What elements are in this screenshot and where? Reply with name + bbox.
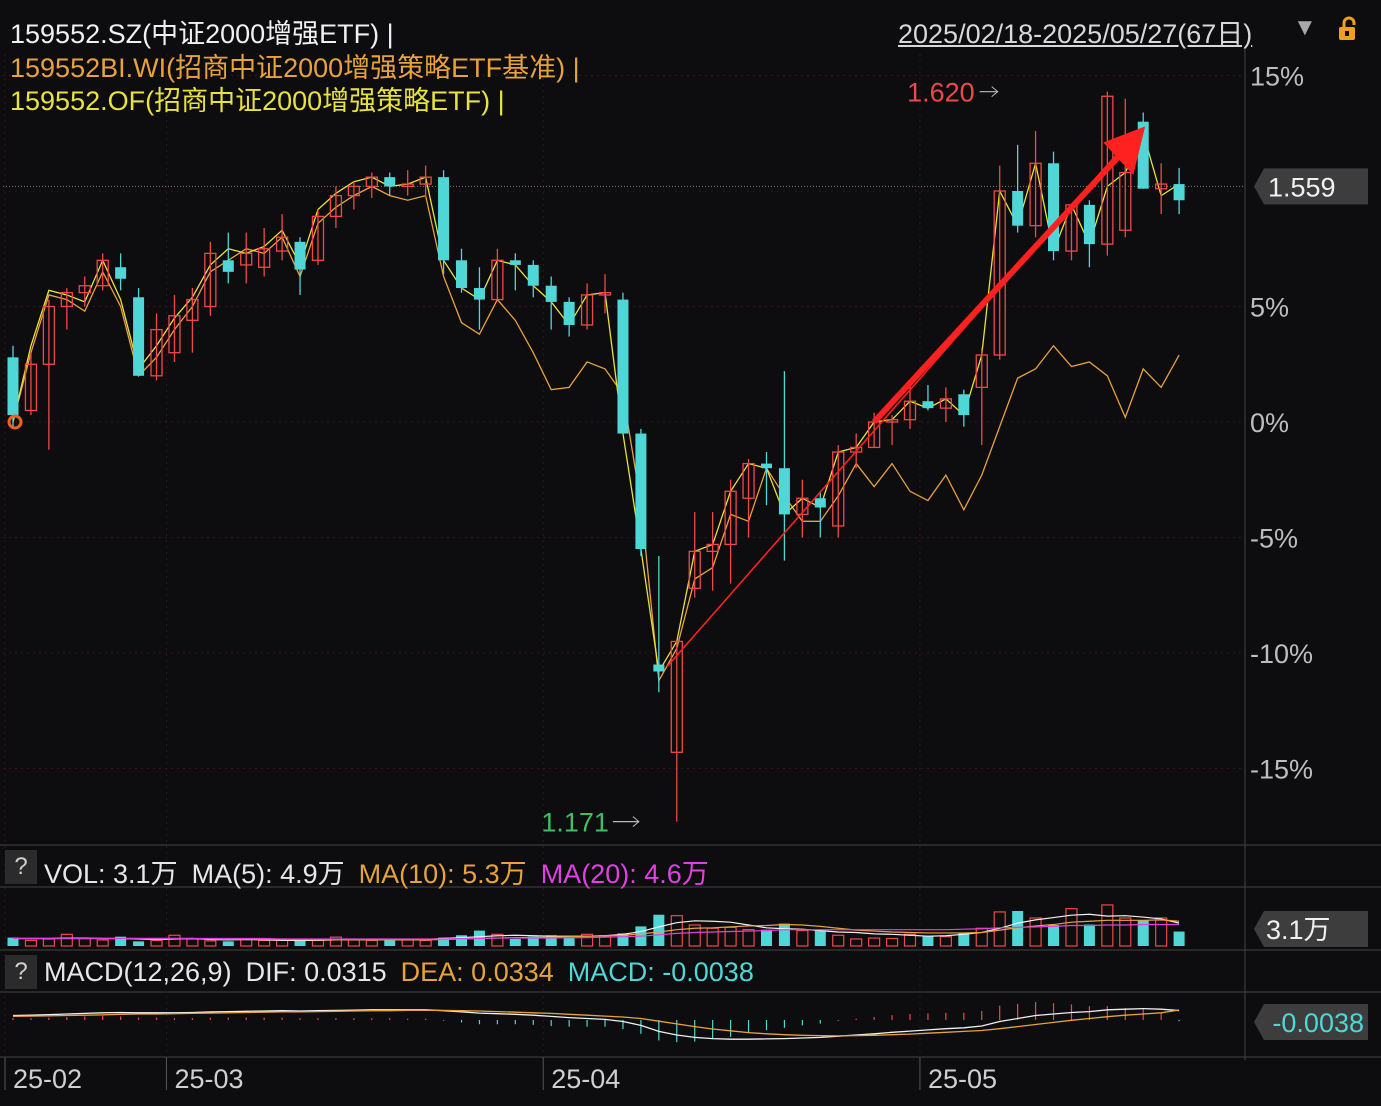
macd-dea: DEA: 0.0334 (401, 957, 554, 987)
volume-bar (1084, 925, 1095, 946)
x-tick-label: 25-03 (174, 1064, 243, 1094)
candle-body-down (438, 177, 449, 260)
candle-body-down (546, 286, 557, 302)
chart-svg: 15% 5% 0% -5% -10% -15% 1.620 1.171 1.559 3.1万 -0.… (0, 0, 1381, 1101)
volume-bar (653, 915, 664, 946)
candle-body-down (653, 665, 664, 672)
candle-body-down (456, 260, 467, 288)
volume-bar (223, 941, 234, 946)
candle-body-down (1084, 205, 1095, 244)
candle-body-down (115, 267, 126, 279)
x-tick-label: 25-02 (13, 1064, 82, 1094)
candle-body-down (958, 394, 969, 415)
volume-bar (133, 941, 144, 946)
y-tick-label: 0% (1250, 408, 1289, 438)
volume-bar (1048, 925, 1059, 946)
y-tick-label: -5% (1250, 524, 1298, 554)
candle-body-down (1012, 191, 1023, 226)
candle-body-down (510, 260, 521, 265)
candle-body-down (815, 498, 826, 507)
volume-bar (295, 941, 306, 946)
candle-body-down (635, 434, 646, 550)
date-range-selector[interactable]: 2025/02/18-2025/05/27(67日) (898, 12, 1252, 51)
x-tick-label: 25-05 (928, 1064, 997, 1094)
candle-body-down (564, 302, 575, 325)
vol-ma10: MA(10): 5.3万 (359, 859, 527, 889)
candle-body-down (133, 297, 144, 376)
volume-bar (510, 939, 521, 946)
macd-dif: DIF: 0.0315 (246, 957, 387, 987)
candle-body-down (1174, 184, 1185, 200)
current-price-tag: 1.559 (1268, 172, 1336, 202)
candle-body-down (384, 177, 395, 186)
macd-indicator-label: MACD(12,26,9) DIF: 0.0315 DEA: 0.0334 MACD:… (44, 957, 754, 988)
macd-current-tag: -0.0038 (1272, 1008, 1364, 1038)
volume-bar (779, 924, 790, 946)
x-tick-label: 25-04 (551, 1064, 620, 1094)
candle-body-down (8, 357, 19, 415)
candle-body-down (779, 468, 790, 514)
vol-ma5: MA(5): 4.9万 (192, 859, 345, 889)
vol-ma20: MA(20): 4.6万 (541, 859, 709, 889)
y-tick-label: -10% (1250, 639, 1313, 669)
candle-body-down (617, 300, 628, 434)
vol-value: VOL: 3.1万 (44, 859, 178, 889)
legend-series-2: 159552.OF(招商中证2000增强策略ETF) | (10, 79, 505, 118)
y-tick-label: -15% (1250, 755, 1313, 785)
candle-body-down (528, 265, 539, 286)
volume-current-tag: 3.1万 (1266, 915, 1331, 945)
max-price-label: 1.620 (907, 78, 975, 108)
vol-indicator-label: VOL: 3.1万 MA(5): 4.9万 MA(10): 5.3万 MA(20): … (44, 852, 709, 891)
volume-bar (761, 930, 772, 946)
candle-body-down (922, 401, 933, 408)
volume-bar (1174, 932, 1185, 946)
lock-icon[interactable] (1335, 15, 1363, 43)
min-price-label: 1.171 (541, 808, 609, 838)
y-tick-label: 5% (1250, 293, 1289, 323)
y-tick-label: 15% (1250, 62, 1304, 92)
chart-stage: 15% 5% 0% -5% -10% -15% 1.620 1.171 1.559 3.1万 -0.… (0, 0, 1381, 1101)
volume-bar (815, 931, 826, 946)
candle-body-down (474, 288, 485, 300)
macd-value: MACD: -0.0038 (568, 957, 754, 987)
candle-body-down (295, 242, 306, 270)
candle-body-down (1048, 163, 1059, 251)
macd-params: MACD(12,26,9) (44, 957, 232, 987)
candle-body-down (761, 464, 772, 469)
vol-help-button[interactable]: ? (5, 850, 37, 884)
candle-body-down (223, 260, 234, 272)
macd-help-button[interactable]: ? (5, 955, 37, 989)
triangle-down-icon[interactable]: ▼ (1293, 14, 1317, 42)
volume-bar (922, 936, 933, 946)
